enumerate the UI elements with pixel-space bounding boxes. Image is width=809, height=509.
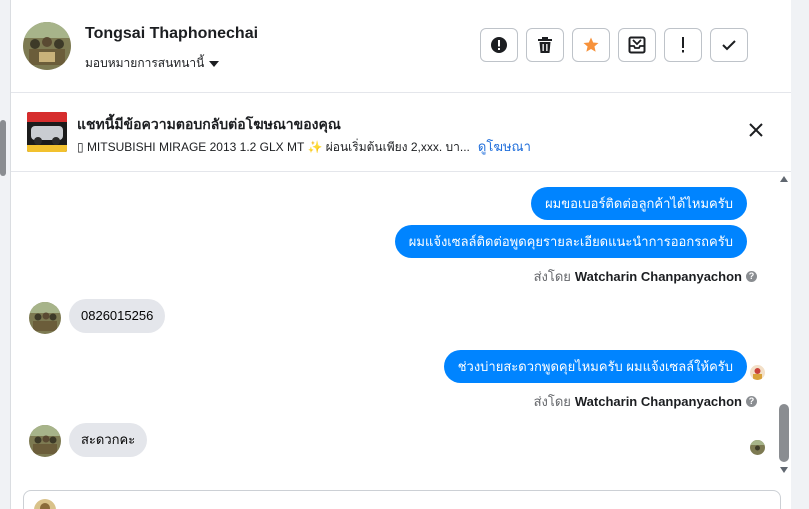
scroll-down-arrow[interactable] bbox=[780, 467, 788, 473]
star-button[interactable] bbox=[572, 28, 610, 62]
sender-name: Watcharin Chanpanyachon bbox=[574, 269, 742, 284]
contact-avatar[interactable] bbox=[23, 22, 71, 70]
ad-description: ▯ MITSUBISHI MIRAGE 2013 1.2 GLX MT ✨ ผ่… bbox=[77, 140, 470, 154]
star-icon bbox=[583, 37, 599, 52]
sent-by-prefix: ส่งโดย bbox=[533, 394, 571, 409]
close-icon[interactable] bbox=[746, 120, 766, 140]
delete-button[interactable] bbox=[526, 28, 564, 62]
caret-down-icon bbox=[209, 61, 220, 67]
conversation-header: Tongsai Thaphonechai มอบหมายการสนทนานี้ bbox=[11, 0, 792, 93]
contact-avatar-small[interactable] bbox=[29, 425, 61, 457]
incoming-message[interactable]: 0826015256 bbox=[69, 299, 166, 333]
contact-avatar-small[interactable] bbox=[29, 302, 61, 334]
trash-icon bbox=[538, 37, 552, 53]
alert-circle-icon bbox=[491, 37, 507, 53]
mark-follow-up-button[interactable] bbox=[664, 28, 702, 62]
incoming-message[interactable]: สะดวกคะ bbox=[69, 423, 148, 457]
ad-thumbnail[interactable] bbox=[27, 112, 67, 152]
mark-done-button[interactable] bbox=[710, 28, 748, 62]
conversation-actions bbox=[480, 28, 748, 62]
assign-conversation-dropdown[interactable]: มอบหมายการสนทนานี้ bbox=[85, 54, 220, 73]
view-ad-link[interactable]: ดูโฆษณา bbox=[478, 139, 531, 154]
conversation-panel: Tongsai Thaphonechai มอบหมายการสนทนานี้ bbox=[10, 0, 793, 509]
outgoing-message[interactable]: ผมขอเบอร์ติดต่อลูกค้าได้ไหมครับ bbox=[531, 187, 747, 220]
sent-by-label: ส่งโดย Watcharin Chanpanyachon ? bbox=[534, 391, 757, 412]
ad-banner-subtitle: ▯ MITSUBISHI MIRAGE 2013 1.2 GLX MT ✨ ผ่… bbox=[77, 136, 531, 157]
sender-name: Watcharin Chanpanyachon bbox=[574, 394, 742, 409]
sent-by-label: ส่งโดย Watcharin Chanpanyachon ? bbox=[534, 266, 757, 287]
page-scrollbar-thumb[interactable] bbox=[0, 120, 6, 176]
page-right-gutter bbox=[791, 0, 809, 509]
contact-name[interactable]: Tongsai Thaphonechai bbox=[85, 25, 258, 43]
help-icon[interactable]: ? bbox=[746, 271, 757, 282]
sent-by-prefix: ส่งโดย bbox=[533, 269, 571, 284]
ad-reply-banner: แชทนี้มีข้อความตอบกลับต่อโฆษณาของคุณ ▯ M… bbox=[11, 93, 792, 172]
message-composer[interactable] bbox=[23, 490, 781, 509]
outgoing-message[interactable]: ช่วงบ่ายสะดวกพูดคุยไหมครับ ผมแจ้งเซลล์ให… bbox=[443, 350, 747, 383]
move-to-inbox-button[interactable] bbox=[618, 28, 656, 62]
composer-avatar bbox=[34, 499, 56, 509]
seen-by-avatar bbox=[750, 365, 765, 380]
exclamation-icon bbox=[682, 37, 684, 53]
seen-by-avatar bbox=[750, 440, 765, 455]
assign-label: มอบหมายการสนทนานี้ bbox=[85, 56, 205, 70]
outgoing-message[interactable]: ผมแจ้งเซลล์ติดต่อพูดคุยรายละเอียดแนะนำกา… bbox=[394, 225, 747, 258]
inbox-move-icon bbox=[628, 36, 646, 54]
ad-banner-title: แชทนี้มีข้อความตอบกลับต่อโฆษณาของคุณ bbox=[77, 116, 341, 132]
report-spam-button[interactable] bbox=[480, 28, 518, 62]
check-icon bbox=[722, 40, 736, 51]
help-icon[interactable]: ? bbox=[746, 396, 757, 407]
messages-scrollbar-thumb[interactable] bbox=[779, 404, 789, 462]
scroll-up-arrow[interactable] bbox=[780, 176, 788, 182]
